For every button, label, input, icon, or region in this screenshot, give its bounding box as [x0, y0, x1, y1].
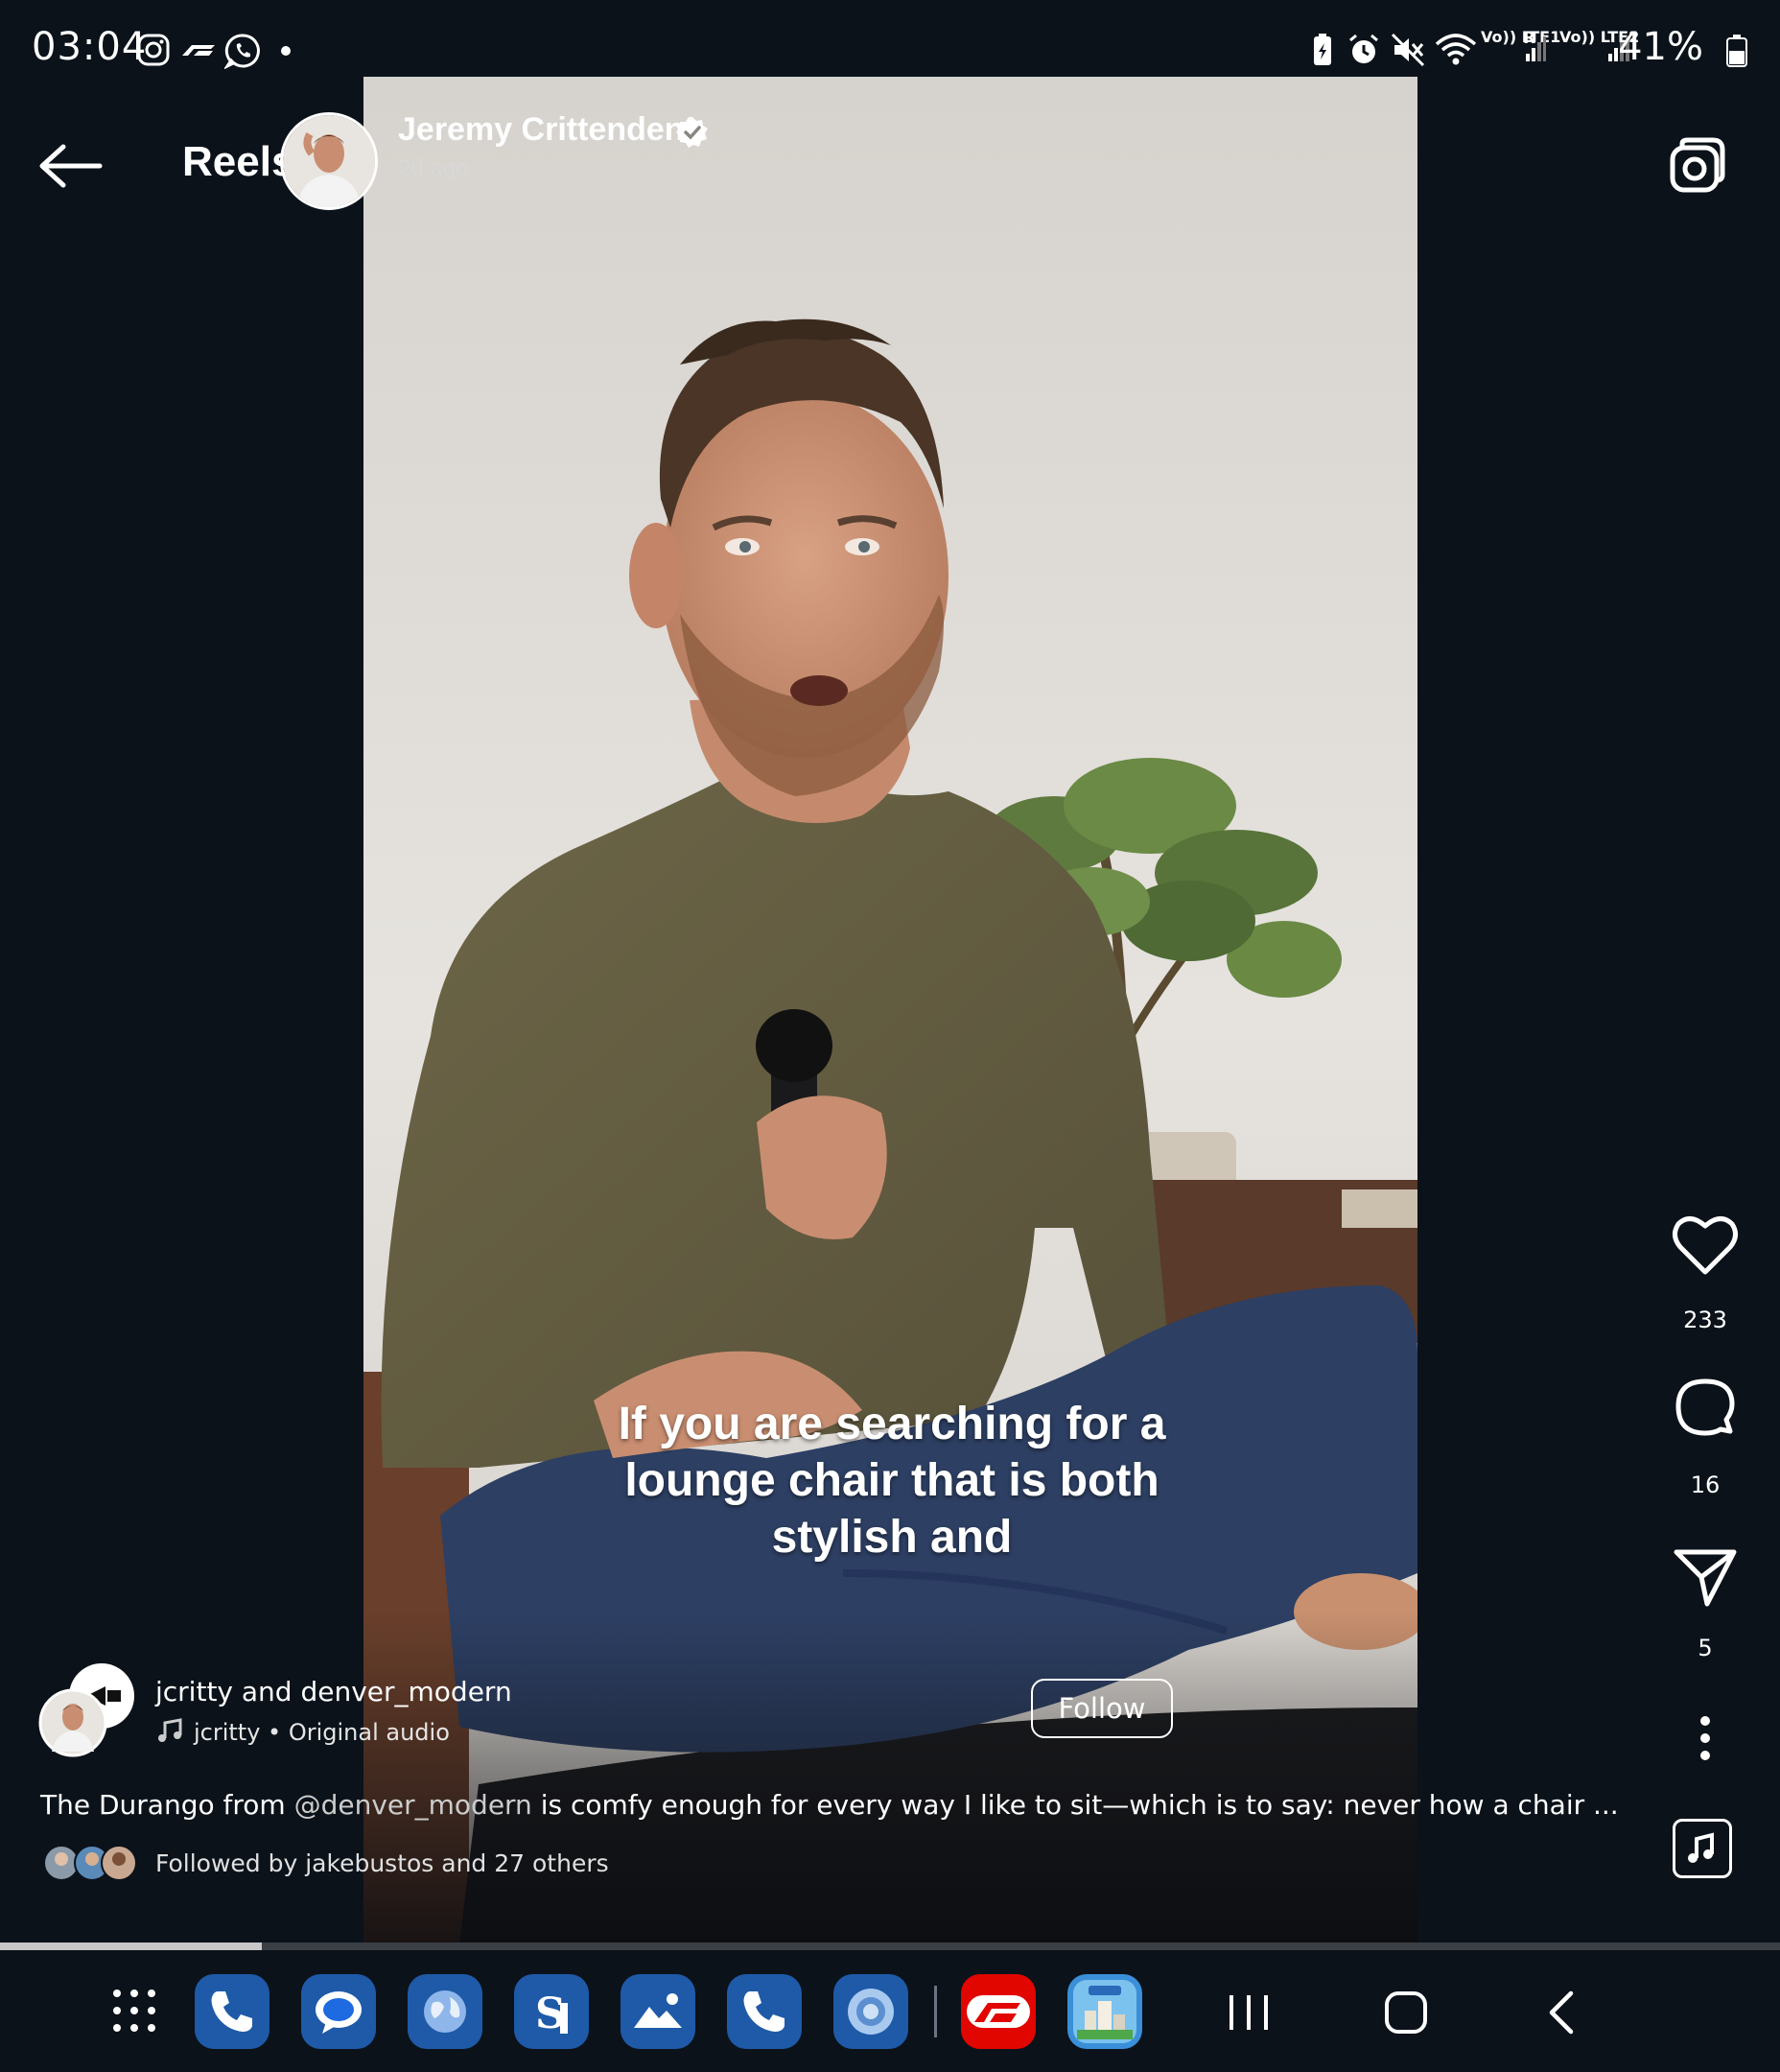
back-icon[interactable]: [1534, 1984, 1592, 2041]
gallery-app[interactable]: [621, 1974, 695, 2049]
phone-icon: [211, 1991, 252, 2032]
f1-icon: [182, 45, 215, 56]
app-drawer-icon[interactable]: [111, 1988, 157, 2034]
f1-app[interactable]: [961, 1974, 1036, 2049]
more-options-button[interactable]: [1671, 1704, 1740, 1773]
wifi-icon: [1435, 34, 1477, 65]
phone-app[interactable]: [195, 1974, 269, 2049]
signal-icon: [1526, 36, 1546, 61]
battery-saver-icon: [1314, 34, 1331, 65]
alarm-icon: [1349, 34, 1378, 63]
mute-icon: [1391, 33, 1425, 67]
audio-info[interactable]: jcritty • Original audio: [155, 1717, 450, 1746]
verified-badge-icon: [676, 117, 708, 148]
caption-line: lounge chair that is both: [624, 1455, 1159, 1506]
more-icon: [1700, 1716, 1710, 1760]
page-title: Reels: [182, 138, 295, 185]
collaborator-avatars[interactable]: [38, 1661, 144, 1757]
avatar-image: [283, 115, 375, 207]
like-count: 233: [1683, 1307, 1727, 1333]
video-progress-bar[interactable]: [0, 1942, 1780, 1950]
caption-prefix: The Durango from: [40, 1789, 294, 1821]
dock-divider: [934, 1986, 937, 2037]
back-button[interactable]: [38, 142, 105, 190]
share-count: 5: [1698, 1635, 1713, 1661]
whatsapp-icon: [224, 34, 260, 69]
messages-icon: [316, 1991, 362, 2034]
recents-icon[interactable]: [1220, 1984, 1277, 2041]
dot-icon: [281, 46, 291, 56]
gallery-icon: [634, 1993, 682, 2028]
s-app[interactable]: S: [514, 1974, 589, 2049]
video-frame: [363, 77, 1417, 1943]
network-label-1: Vo)) LTE1: [1481, 28, 1561, 46]
share-button[interactable]: [1671, 1542, 1740, 1612]
music-icon: [1688, 1832, 1714, 1863]
comment-count: 16: [1690, 1472, 1721, 1498]
caption-suffix: is comfy enough for every way I like to …: [531, 1789, 1619, 1821]
video-caption-overlay: If you are searching for a lounge chair …: [537, 1396, 1247, 1566]
camera-app[interactable]: [833, 1974, 908, 2049]
post-timestamp: 2d ago: [398, 155, 469, 181]
reel-video[interactable]: [363, 77, 1417, 1943]
author-name[interactable]: Jeremy Crittenden: [398, 111, 685, 149]
instagram-icon: [137, 34, 170, 66]
simcity-icon: [1073, 1980, 1136, 2043]
battery-icon: [1726, 35, 1747, 67]
music-note-icon: [158, 1718, 182, 1742]
video-progress-fill: [0, 1942, 262, 1950]
simcity-app[interactable]: [1067, 1974, 1142, 2049]
author-avatar[interactable]: [280, 112, 378, 210]
audio-author: jcritty: [194, 1719, 261, 1746]
phone-app[interactable]: [727, 1974, 802, 2049]
followed-by-text[interactable]: Followed by jakebustos and 27 others: [155, 1849, 609, 1877]
post-caption[interactable]: The Durango from @denver_modern is comfy…: [40, 1789, 1619, 1821]
heart-icon: [1673, 1216, 1738, 1275]
comment-button[interactable]: [1671, 1376, 1740, 1445]
caption-line: If you are searching for a: [618, 1399, 1166, 1449]
caption-mention[interactable]: @denver_modern: [294, 1789, 532, 1821]
phone-icon: [743, 1991, 785, 2032]
s-app-icon: S: [535, 1990, 568, 2038]
messages-app[interactable]: [301, 1974, 376, 2049]
separator-dot: •: [260, 1719, 289, 1746]
like-button[interactable]: [1671, 1211, 1740, 1280]
camera-lens-icon: [848, 1989, 894, 2035]
clock: 03:04: [32, 25, 148, 69]
home-icon[interactable]: [1377, 1984, 1435, 2041]
collaborator-names[interactable]: jcritty and denver_modern: [155, 1676, 512, 1707]
comment-icon: [1675, 1378, 1735, 1436]
status-bar: 03:04 Vo)) LTE1 R Vo)) LTE2 41%: [0, 0, 1780, 77]
follow-button[interactable]: Follow: [1031, 1679, 1173, 1738]
f1-app-icon: [967, 1995, 1030, 2028]
battery-percentage: 41%: [1618, 25, 1703, 69]
browser-icon: [424, 1990, 466, 2033]
browser-app[interactable]: [408, 1974, 482, 2049]
send-icon: [1674, 1549, 1737, 1607]
audio-title: Original audio: [288, 1719, 450, 1746]
followed-by-avatars: [43, 1845, 137, 1881]
camera-icon[interactable]: [1665, 134, 1728, 198]
audio-thumbnail[interactable]: [1673, 1819, 1732, 1878]
caption-line: stylish and: [771, 1512, 1013, 1563]
